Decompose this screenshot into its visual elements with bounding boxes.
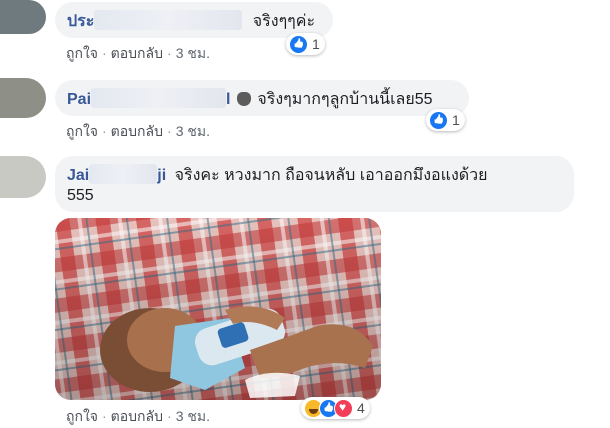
reply-link[interactable]: ตอบกลับ xyxy=(111,45,163,61)
comment-text-line2: 555 xyxy=(67,187,94,204)
redacted-name xyxy=(94,10,243,30)
redacted-name xyxy=(89,164,158,184)
like-icon xyxy=(289,34,308,54)
baby-hugging-water-bottle-photo[interactable] xyxy=(55,218,381,400)
like-icon xyxy=(429,110,448,130)
timestamp[interactable]: 3 ชม. xyxy=(176,45,210,61)
commenter-name[interactable]: Pai xyxy=(67,91,91,108)
commenter-name-suffix[interactable]: l xyxy=(226,91,230,108)
avatar[interactable] xyxy=(0,0,46,34)
timestamp[interactable]: 3 ชม. xyxy=(176,123,210,139)
comment-bubble: Jai ji จริงคะ หวงมาก ถือจนหลับ เอาออกมึงอ… xyxy=(55,156,574,212)
avatar[interactable] xyxy=(0,78,46,118)
avatar[interactable] xyxy=(0,156,46,198)
comment-actions: ถูกใจ · ตอบกลับ · 3 ชม. xyxy=(66,45,210,61)
like-link[interactable]: ถูกใจ xyxy=(66,123,98,139)
comment-actions: ถูกใจ · ตอบกลับ · 3 ชม. xyxy=(66,123,210,139)
comment-bubble: Pai l จริงๆมากๆลูกบ้านนี้เลย55 xyxy=(55,80,469,116)
reaction-count: 1 xyxy=(312,36,320,52)
comment-text: จริงๆๆค่ะ xyxy=(252,13,316,30)
redacted-name xyxy=(91,88,227,108)
comment-actions: ถูกใจ · ตอบกลับ · 3 ชม. xyxy=(66,408,210,424)
commenter-name[interactable]: ประ xyxy=(67,13,94,30)
love-icon xyxy=(334,398,353,418)
reply-link[interactable]: ตอบกลับ xyxy=(111,123,163,139)
reaction-count: 4 xyxy=(357,400,365,416)
commenter-name-suffix[interactable]: ji xyxy=(157,167,166,184)
like-link[interactable]: ถูกใจ xyxy=(66,408,98,424)
reaction-summary[interactable]: 1 xyxy=(286,33,325,55)
reaction-count: 1 xyxy=(452,112,460,128)
reaction-summary[interactable]: 1 xyxy=(426,109,465,131)
commenter-name[interactable]: Jai xyxy=(67,167,89,184)
comment-text: จริงๆมากๆลูกบ้านนี้เลย55 xyxy=(257,91,433,108)
comment-text: จริงคะ หวงมาก ถือจนหลับ เอาออกมึงอแงด้วย xyxy=(174,167,488,184)
comment-bubble: ประ จริงๆๆค่ะ xyxy=(55,2,333,38)
wave-hand-icon xyxy=(236,92,251,106)
reply-link[interactable]: ตอบกลับ xyxy=(111,408,163,424)
timestamp[interactable]: 3 ชม. xyxy=(176,408,210,424)
reaction-summary[interactable]: 4 xyxy=(301,397,370,419)
like-link[interactable]: ถูกใจ xyxy=(66,45,98,61)
